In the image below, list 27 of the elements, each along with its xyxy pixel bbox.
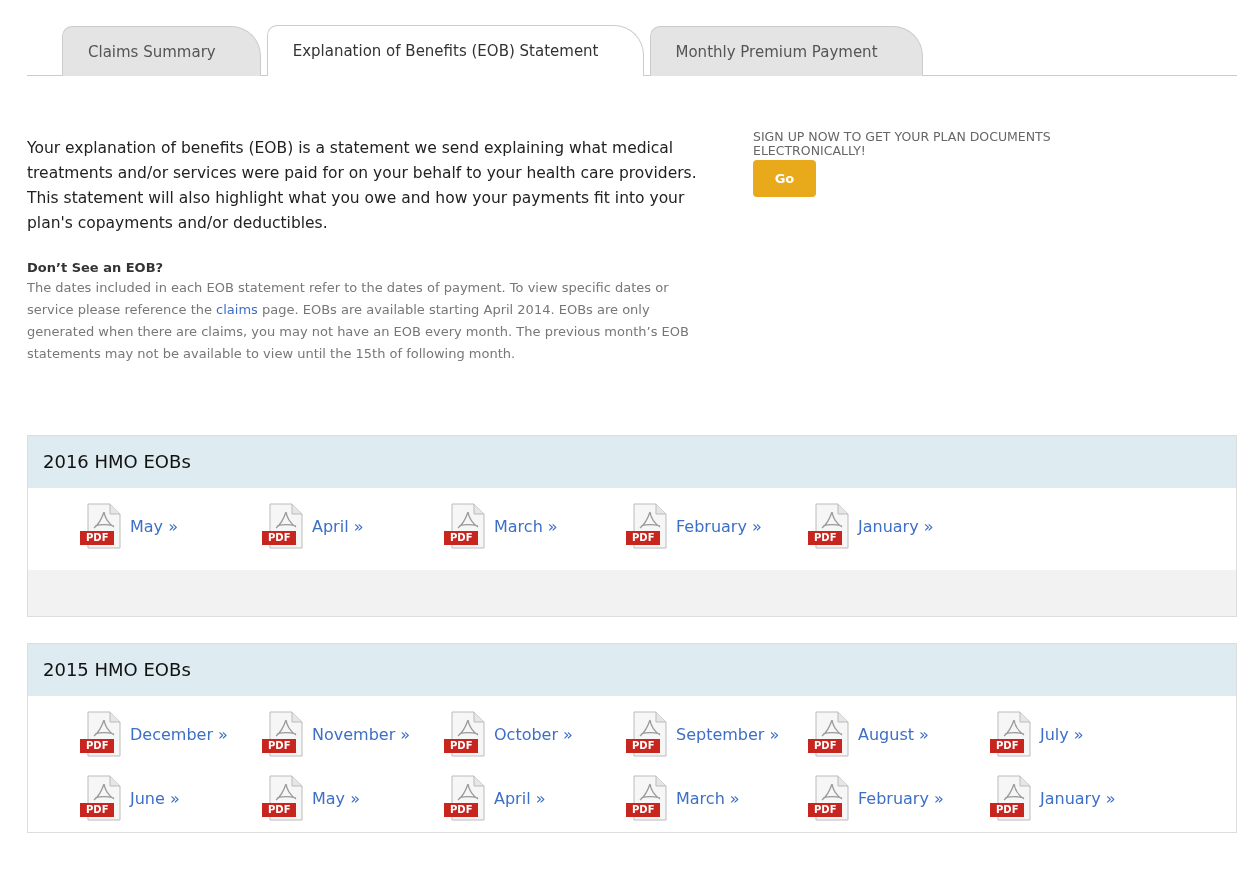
- month-link[interactable]: March »: [494, 516, 558, 536]
- tab[interactable]: Monthly Premium Payment: [649, 26, 923, 76]
- month-link[interactable]: February »: [858, 788, 944, 808]
- signup-text: SIGN UP NOW TO GET YOUR PLAN DOCUMENTS ELECTRONICALLY!: [753, 130, 1052, 158]
- month-link[interactable]: November »: [312, 724, 411, 744]
- month-link[interactable]: August »: [858, 724, 929, 744]
- month-link[interactable]: December »: [130, 724, 228, 744]
- month-link[interactable]: May »: [130, 516, 178, 536]
- panel-heading: 2016 HMO EOBs: [28, 436, 1236, 488]
- month-link[interactable]: April »: [312, 516, 364, 536]
- month-link[interactable]: March »: [676, 788, 740, 808]
- month-link[interactable]: January »: [858, 516, 934, 536]
- month-link[interactable]: September »: [676, 724, 780, 744]
- claims-link[interactable]: claims: [216, 302, 258, 317]
- month-link[interactable]: February »: [676, 516, 762, 536]
- tab[interactable]: Claims Summary: [62, 26, 261, 76]
- month-link[interactable]: October »: [494, 724, 573, 744]
- month-link[interactable]: May »: [312, 788, 360, 808]
- tab[interactable]: Explanation of Benefits (EOB) Statement: [266, 25, 644, 76]
- month-link[interactable]: January »: [1040, 788, 1116, 808]
- note-heading: Don’t See an EOB?: [27, 260, 165, 275]
- month-link[interactable]: July »: [1040, 724, 1084, 744]
- intro-paragraph: Your explanation of benefits (EOB) is a statement we send explaining what medical treatments and/or services were paid for on your behalf to your health care providers. This statement will also highlight what you owe and how your payments fit into your plan's copayments and/or deductibles.: [27, 138, 698, 234]
- note-paragraph: The dates included in each EOB statement refer to the dates of payment. To view specific dates or service please reference the claims page. EOBs are available starting April 2014. EOBs are only generated when there are claims, you may not have an EOB every month. The previous month’s EOB statements may not be available to view until the 15th of following month.: [27, 279, 690, 363]
- panel-heading: 2015 HMO EOBs: [28, 644, 1236, 696]
- month-link[interactable]: April »: [494, 788, 546, 808]
- month-link[interactable]: June »: [130, 788, 180, 808]
